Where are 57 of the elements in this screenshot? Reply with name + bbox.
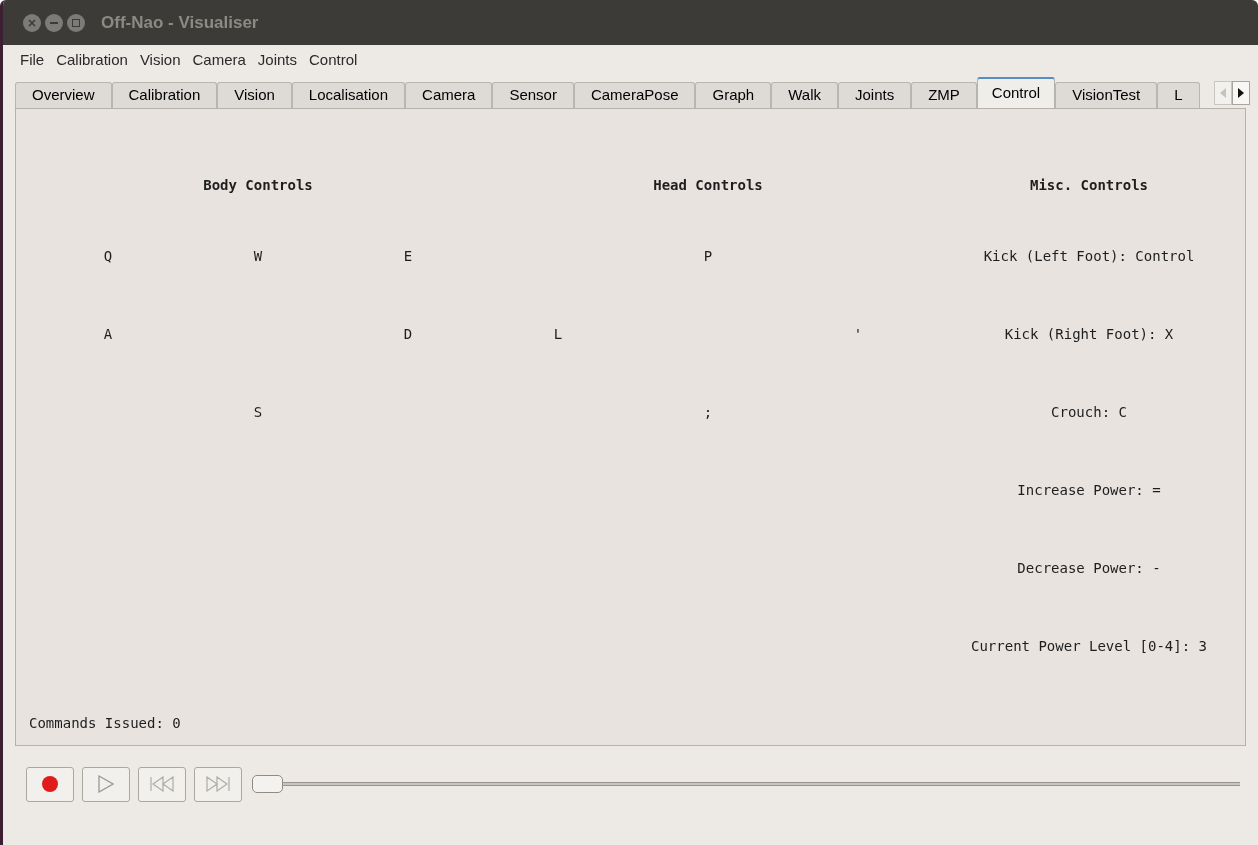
fast-forward-button[interactable] bbox=[194, 766, 242, 802]
left-arrow-icon bbox=[1220, 88, 1226, 98]
key-label: Q bbox=[102, 246, 114, 266]
tab[interactable]: Walk bbox=[771, 82, 838, 108]
tab[interactable]: Calibration bbox=[111, 82, 218, 108]
slider-thumb[interactable] bbox=[252, 775, 283, 793]
play-button[interactable] bbox=[82, 766, 130, 802]
key-label: ' bbox=[852, 324, 864, 344]
key-label: P bbox=[702, 246, 714, 266]
tab[interactable]: Joints bbox=[837, 82, 912, 108]
menu-item[interactable]: File bbox=[18, 48, 47, 72]
key-label: A bbox=[102, 324, 114, 344]
menu-item[interactable]: Control bbox=[307, 48, 360, 72]
timeline-slider[interactable] bbox=[252, 775, 1240, 793]
control-label: Kick (Left Foot): Control bbox=[982, 246, 1196, 266]
maximize-icon[interactable] bbox=[67, 13, 85, 32]
menu-item[interactable]: Calibration bbox=[54, 48, 130, 72]
window-title: Off-Nao - Visualiser bbox=[101, 11, 259, 34]
tab[interactable]: Sensor bbox=[492, 82, 574, 108]
tab[interactable]: L bbox=[1157, 82, 1200, 108]
play-icon bbox=[98, 775, 114, 793]
tab[interactable]: Localisation bbox=[291, 82, 406, 108]
menu-item[interactable]: Camera bbox=[190, 48, 248, 72]
minimize-icon[interactable] bbox=[45, 13, 63, 32]
scroll-right-button[interactable] bbox=[1232, 81, 1250, 105]
record-button[interactable] bbox=[26, 766, 74, 802]
tab[interactable]: Control bbox=[976, 77, 1056, 108]
control-label: Current Power Level [0-4]: 3 bbox=[970, 636, 1208, 656]
tab[interactable]: VisionTest bbox=[1055, 82, 1158, 108]
rewind-button[interactable] bbox=[138, 766, 186, 802]
tab[interactable]: Camera bbox=[405, 82, 493, 108]
close-icon[interactable] bbox=[23, 13, 41, 32]
key-label: L bbox=[552, 324, 564, 344]
key-label: E bbox=[402, 246, 414, 266]
menu-item[interactable]: Vision bbox=[137, 48, 183, 72]
skip-back-icon bbox=[149, 776, 175, 792]
key-label: ; bbox=[702, 402, 714, 422]
skip-forward-icon bbox=[205, 776, 231, 792]
tab[interactable]: Vision bbox=[217, 82, 292, 108]
record-icon bbox=[42, 776, 58, 792]
key-label: D bbox=[402, 324, 414, 344]
section-heading: Misc. Controls bbox=[1029, 175, 1149, 195]
tab[interactable]: Overview bbox=[15, 82, 112, 108]
section-heading: Body Controls bbox=[202, 175, 314, 195]
control-label: Increase Power: = bbox=[1016, 480, 1162, 500]
key-label: W bbox=[252, 246, 264, 266]
tab[interactable]: ZMP bbox=[911, 82, 977, 108]
control-label: Kick (Right Foot): X bbox=[1003, 324, 1175, 344]
right-arrow-icon bbox=[1238, 88, 1244, 98]
tab[interactable]: CameraPose bbox=[573, 82, 696, 108]
key-label: S bbox=[252, 402, 264, 422]
menu-item[interactable]: Joints bbox=[255, 48, 300, 72]
section-heading: Head Controls bbox=[652, 175, 764, 195]
tab[interactable]: Graph bbox=[695, 82, 772, 108]
control-label: Crouch: C bbox=[1050, 402, 1128, 422]
control-label: Decrease Power: - bbox=[1016, 558, 1162, 578]
commands-issued-label: Commands Issued: 0 bbox=[29, 714, 181, 733]
